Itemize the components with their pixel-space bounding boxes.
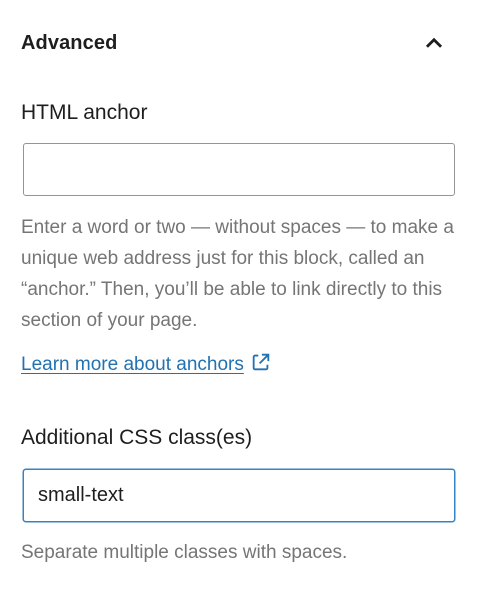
advanced-panel-toggle[interactable]: Advanced <box>0 18 479 74</box>
learn-more-label: Learn more about anchors <box>21 354 244 375</box>
html-anchor-input[interactable] <box>23 143 455 196</box>
external-link-icon <box>252 353 270 371</box>
panel-title: Advanced <box>21 32 118 54</box>
html-anchor-help: Enter a word or two — without spaces — t… <box>21 217 454 331</box>
html-anchor-label: HTML anchor <box>21 101 148 124</box>
css-class-label: Additional CSS class(es) <box>21 426 253 449</box>
css-class-input[interactable] <box>23 469 455 522</box>
learn-more-anchors-link[interactable]: Learn more about anchors <box>21 351 272 376</box>
chevron-up-icon <box>425 37 443 48</box>
advanced-panel: Advanced HTML anchor Enter a word or two… <box>0 0 479 607</box>
css-class-help: Separate multiple classes with spaces. <box>21 542 348 563</box>
